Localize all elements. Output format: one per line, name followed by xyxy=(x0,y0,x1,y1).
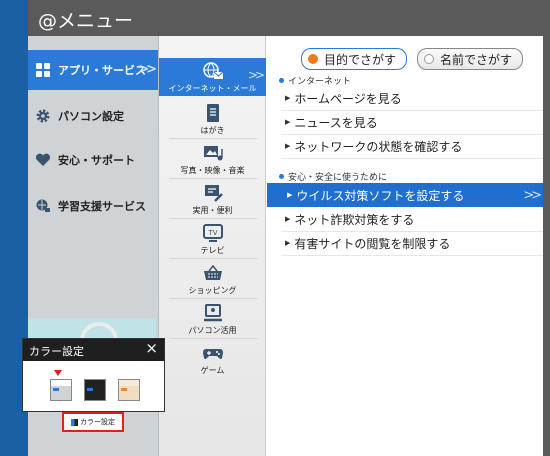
swatch-warm-theme[interactable] xyxy=(118,379,140,401)
item-view-homepage[interactable]: ▶ ホームページを見る xyxy=(281,86,543,111)
subcategory-game[interactable]: ゲーム xyxy=(159,340,266,380)
selected-marker-icon xyxy=(54,370,62,376)
category-pc-settings[interactable]: パソコン設定 xyxy=(28,96,158,136)
subcategory-label: 写真・映像・音楽 xyxy=(180,166,245,175)
category-label: パソコン設定 xyxy=(58,110,124,123)
category-label: アプリ・サービス xyxy=(58,64,146,77)
subcategory-utility[interactable]: 実用・便利 xyxy=(159,180,266,220)
search-by-purpose-label: 目的でさがす xyxy=(324,52,397,67)
subcategory-label: ショッピング xyxy=(188,286,237,295)
subcategory-label: ゲーム xyxy=(200,366,225,375)
category-learning[interactable]: 学習支援サービス xyxy=(28,186,158,226)
item-check-network[interactable]: ▶ ネットワークの状態を確認する xyxy=(281,134,543,159)
close-icon[interactable]: × xyxy=(145,339,158,357)
swatch-dark-theme[interactable] xyxy=(84,379,106,401)
gear-icon xyxy=(34,107,52,125)
category-safety-support[interactable]: 安心・サポート xyxy=(28,140,158,180)
item-setup-antivirus[interactable]: ▶ ウイルス対策ソフトを設定する >> xyxy=(267,183,543,207)
window-right-border xyxy=(543,36,550,456)
subcategory-label: テレビ xyxy=(200,246,225,255)
chevron-right-icon: >> xyxy=(523,188,542,203)
category-label: 安心・サポート xyxy=(58,154,135,167)
color-settings-button[interactable]: カラー設定 xyxy=(62,412,124,432)
chevron-right-icon: >> xyxy=(138,62,157,77)
gamepad-icon xyxy=(202,349,223,359)
triangle-right-icon: ▶ xyxy=(285,215,291,223)
shopping-basket-icon xyxy=(203,264,222,280)
heart-icon xyxy=(34,151,52,169)
triangle-right-icon: ▶ xyxy=(285,94,291,102)
search-by-name-label: 名前でさがす xyxy=(440,52,513,67)
content-panel: 目的でさがす 名前でさがす インターネット ▶ ホームページを見る ▶ ニュースを見… xyxy=(267,36,543,456)
chevron-right-icon: >> xyxy=(247,68,265,82)
title-bar: @メニュー xyxy=(28,0,550,36)
radio-unselected-icon xyxy=(424,54,434,64)
item-fraud-protection[interactable]: ▶ ネット詐欺対策をする xyxy=(281,207,543,232)
subcategory-label: パソコン活用 xyxy=(188,326,237,335)
subcategory-label: インターネット・メール xyxy=(168,84,257,93)
palette-icon xyxy=(71,418,78,426)
search-by-purpose-toggle[interactable]: 目的でさがす xyxy=(301,48,407,70)
radio-selected-icon xyxy=(308,54,318,64)
subcategory-label: はがき xyxy=(200,126,225,135)
subcategory-postcard[interactable]: はがき xyxy=(159,100,266,140)
popup-title: カラー設定 xyxy=(29,345,84,358)
item-restrict-harmful-sites[interactable]: ▶ 有害サイトの閲覧を制限する xyxy=(281,231,543,256)
item-view-news[interactable]: ▶ ニュースを見る xyxy=(281,110,543,135)
color-settings-label: カラー設定 xyxy=(80,418,115,426)
triangle-right-icon: ▶ xyxy=(285,118,291,126)
popup-header: カラー設定 × xyxy=(23,339,164,361)
tv-icon: TV xyxy=(202,224,223,242)
bullet-icon xyxy=(279,78,284,83)
swatch-blue-theme[interactable] xyxy=(50,379,72,401)
section-header-safety: 安心・安全に使うために xyxy=(279,170,387,183)
subcategory-column: インターネット・メール >> はがき 写真・映像・音楽 実用・便利 TV テレビ… xyxy=(158,36,266,456)
window-title: @メニュー xyxy=(38,10,134,32)
learning-globe-icon xyxy=(34,197,52,215)
utility-icon xyxy=(204,185,223,202)
triangle-right-icon: ▶ xyxy=(287,191,293,199)
triangle-right-icon: ▶ xyxy=(285,239,291,247)
color-settings-popup: カラー設定 × xyxy=(22,338,165,412)
apps-grid-icon xyxy=(34,61,52,79)
subcategory-pc-usage[interactable]: パソコン活用 xyxy=(159,300,266,340)
subcategory-photo-music[interactable]: 写真・映像・音楽 xyxy=(159,140,266,180)
category-label: 学習支援サービス xyxy=(58,200,146,213)
postcard-icon xyxy=(206,104,219,122)
pc-icon xyxy=(203,304,222,322)
svg-text:TV: TV xyxy=(207,229,217,237)
bullet-icon xyxy=(279,174,284,179)
subcategory-internet-mail[interactable]: インターネット・メール >> xyxy=(159,58,266,96)
category-apps-services[interactable]: アプリ・サービス >> xyxy=(28,50,158,90)
subcategory-tv[interactable]: TV テレビ xyxy=(159,220,266,260)
photo-music-icon xyxy=(203,146,223,161)
globe-mail-icon xyxy=(202,62,223,79)
search-by-name-toggle[interactable]: 名前でさがす xyxy=(417,48,523,70)
subcategory-shopping[interactable]: ショッピング xyxy=(159,260,266,300)
triangle-right-icon: ▶ xyxy=(285,142,291,150)
subcategory-label: 実用・便利 xyxy=(192,206,233,215)
